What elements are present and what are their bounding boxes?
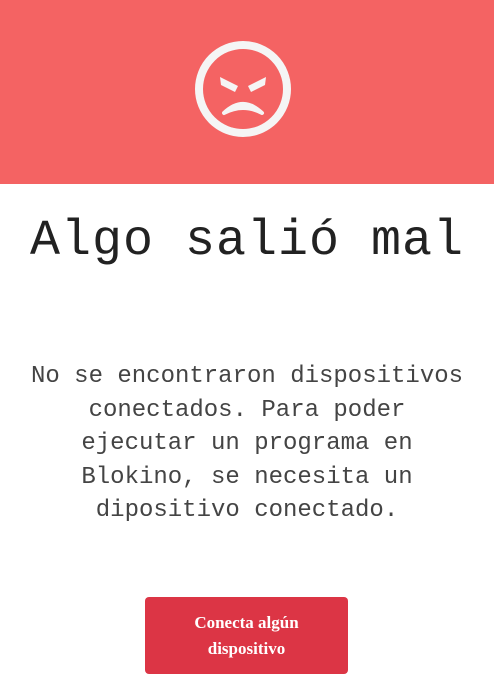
error-title: Algo salió mal (29, 213, 465, 270)
angry-face-icon (195, 41, 291, 137)
error-header (0, 0, 494, 184)
connect-device-button[interactable]: Conecta algún dispositivo (145, 597, 348, 674)
error-message: No se encontraron dispositivos conectado… (30, 363, 464, 524)
